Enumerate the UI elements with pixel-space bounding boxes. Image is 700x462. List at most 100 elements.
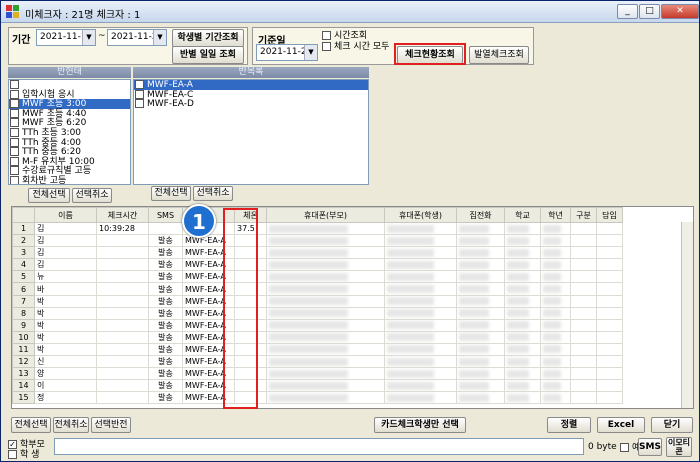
cell-redacted[interactable]: [596, 246, 623, 260]
checkbox-box[interactable]: [620, 443, 629, 452]
cell-redacted[interactable]: [384, 270, 457, 284]
cell-sms[interactable]: 발송: [148, 318, 183, 332]
cell-redacted[interactable]: [570, 391, 597, 405]
cell-no[interactable]: 4: [12, 258, 35, 272]
cell-time[interactable]: [96, 306, 149, 320]
cell-time[interactable]: [96, 318, 149, 332]
checkbox-box[interactable]: [135, 89, 144, 99]
chevron-down-icon[interactable]: ▼: [153, 30, 166, 45]
cell-name[interactable]: 신: [34, 355, 97, 369]
cell-no[interactable]: 2: [12, 234, 35, 248]
cell-redacted[interactable]: [540, 221, 571, 236]
cell-redacted[interactable]: [570, 234, 597, 248]
cell-redacted[interactable]: [384, 258, 457, 272]
cell-redacted[interactable]: [504, 379, 541, 393]
cell-redacted[interactable]: [570, 258, 597, 272]
cell-redacted[interactable]: [456, 367, 505, 381]
cell-sms[interactable]: 발송: [148, 391, 183, 405]
cell-redacted[interactable]: [504, 294, 541, 308]
column-header[interactable]: 담임: [596, 207, 623, 223]
cell-sms[interactable]: [148, 221, 183, 236]
checkbox-box[interactable]: [135, 99, 144, 109]
cell-redacted[interactable]: [596, 391, 623, 405]
checkbox-box[interactable]: [10, 127, 19, 137]
cell-redacted[interactable]: [570, 270, 597, 284]
cell-redacted[interactable]: [570, 379, 597, 393]
group-select-all-button[interactable]: 전체선택: [151, 186, 191, 201]
cell-time[interactable]: [96, 258, 149, 272]
cell-redacted[interactable]: [540, 342, 571, 357]
cell-no[interactable]: 1: [12, 221, 35, 236]
cell-name[interactable]: 양: [34, 367, 97, 381]
cell-redacted[interactable]: [384, 379, 457, 393]
cell-time[interactable]: [96, 270, 149, 284]
cell-redacted[interactable]: [570, 221, 597, 236]
cell-name[interactable]: 박: [34, 306, 97, 320]
table-row[interactable]: 1 김 10:39:28 37.5: [12, 221, 623, 236]
cell-name[interactable]: 박: [34, 294, 97, 308]
cell-time[interactable]: [96, 246, 149, 260]
cell-redacted[interactable]: [504, 342, 541, 357]
cell-redacted[interactable]: [266, 379, 385, 393]
class-item[interactable]: 회차반 고등: [9, 175, 130, 184]
emoticon-button[interactable]: 이모티콘: [666, 437, 692, 457]
cell-name[interactable]: 김: [34, 234, 97, 248]
cell-time[interactable]: [96, 294, 149, 308]
checkbox-box[interactable]: [10, 80, 19, 89]
table-row[interactable]: 10 박 발송 MWF-EA-A: [12, 330, 623, 344]
table-row[interactable]: 6 바 발송 MWF-EA-A: [12, 282, 623, 296]
group-list[interactable]: ✓ MWF-EA-A MWF-EA-C MWF-EA-D: [133, 79, 369, 185]
cell-sms[interactable]: 발송: [148, 294, 183, 308]
cell-redacted[interactable]: [540, 258, 571, 272]
cell-redacted[interactable]: [504, 221, 541, 236]
checkbox-box[interactable]: [10, 108, 19, 118]
check-all-checkbox[interactable]: 체크 시간 모두: [322, 39, 389, 52]
column-header[interactable]: 학교: [504, 207, 541, 223]
checkbox-box[interactable]: [10, 118, 19, 128]
cell-redacted[interactable]: [504, 282, 541, 296]
table-row[interactable]: 8 박 발송 MWF-EA-A: [12, 306, 623, 320]
period-from-combo[interactable]: 2021-11-19 ▼: [36, 29, 96, 46]
cell-redacted[interactable]: [570, 282, 597, 296]
invert-selection-button[interactable]: 선택반전: [91, 417, 131, 433]
cell-redacted[interactable]: [596, 379, 623, 393]
class-item[interactable]: 입학시험 응시: [9, 89, 130, 99]
cell-redacted[interactable]: [596, 367, 623, 381]
column-header[interactable]: SMS: [148, 207, 183, 223]
cell-redacted[interactable]: [540, 391, 571, 405]
cell-redacted[interactable]: [456, 330, 505, 344]
cell-redacted[interactable]: [384, 234, 457, 248]
vertical-scrollbar[interactable]: [681, 222, 693, 408]
checkbox-box[interactable]: ✓: [10, 99, 19, 109]
cell-name[interactable]: 김: [34, 258, 97, 272]
cell-redacted[interactable]: [504, 355, 541, 369]
cell-redacted[interactable]: [596, 221, 623, 236]
card-only-button[interactable]: 카드체크학생만 선택: [374, 417, 466, 433]
cell-redacted[interactable]: [596, 282, 623, 296]
student-period-button[interactable]: 학생별 기간조회: [172, 29, 244, 47]
cell-redacted[interactable]: [596, 306, 623, 320]
cell-redacted[interactable]: [456, 318, 505, 332]
cell-redacted[interactable]: [540, 234, 571, 248]
cell-redacted[interactable]: [504, 246, 541, 260]
checkbox-box[interactable]: [10, 175, 19, 184]
cell-redacted[interactable]: [456, 379, 505, 393]
cell-redacted[interactable]: [384, 342, 457, 357]
table-row[interactable]: 4 김 발송 MWF-EA-A: [12, 258, 623, 272]
period-to-combo[interactable]: 2021-11-26 ▼: [107, 29, 167, 46]
cell-redacted[interactable]: [596, 355, 623, 369]
cell-no[interactable]: 12: [12, 355, 35, 369]
cell-time[interactable]: [96, 342, 149, 357]
cell-name[interactable]: 바: [34, 282, 97, 296]
class-item[interactable]: MWF 초등 4:40: [9, 108, 130, 119]
column-header[interactable]: 집전화: [456, 207, 505, 223]
column-header[interactable]: 휴대폰(학생): [384, 207, 457, 223]
cell-redacted[interactable]: [570, 330, 597, 344]
title-bar[interactable]: 미체크자 : 21명 체크자 : 1 _ □ ✕: [1, 1, 699, 23]
cell-redacted[interactable]: [384, 282, 457, 296]
cell-redacted[interactable]: [266, 282, 385, 296]
cell-redacted[interactable]: [266, 270, 385, 284]
cell-redacted[interactable]: [266, 318, 385, 332]
cell-redacted[interactable]: [266, 391, 385, 405]
cell-name[interactable]: 뉴: [34, 270, 97, 284]
